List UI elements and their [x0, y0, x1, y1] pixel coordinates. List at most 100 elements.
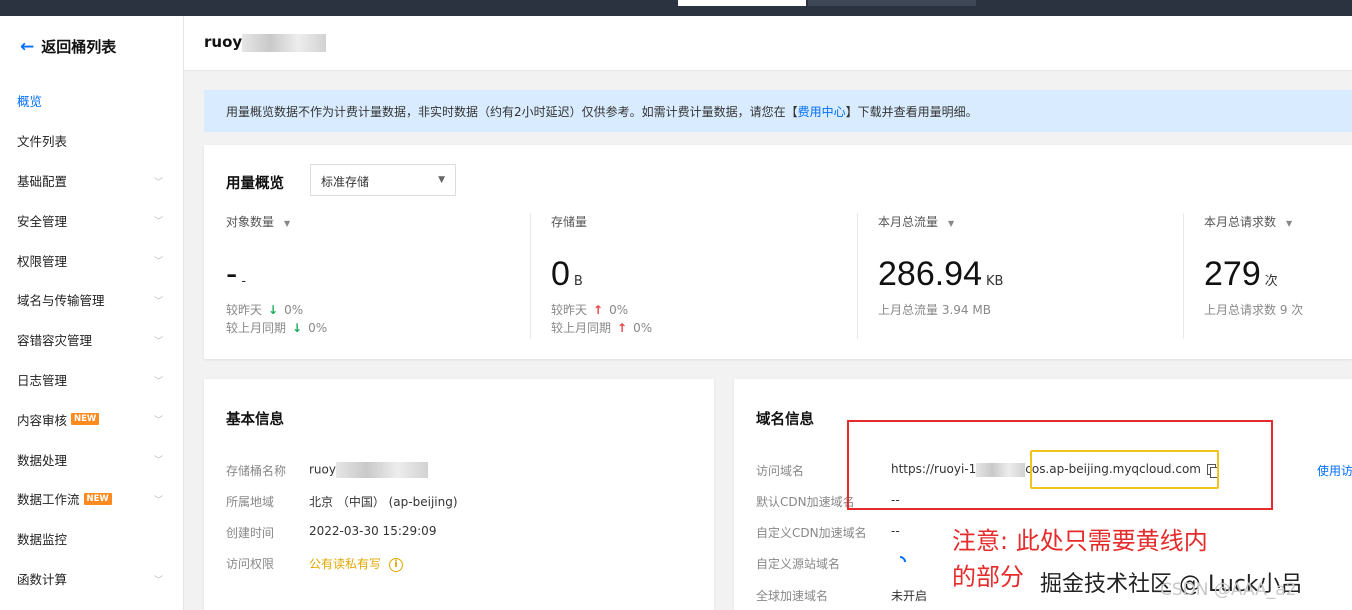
new-badge: NEW [83, 492, 112, 505]
metric-value: 279 [1204, 255, 1261, 293]
sidebar-item-data-workflow[interactable]: 数据工作流 NEW ﹀ [0, 479, 183, 519]
billing-center-link[interactable]: 费用中心 [798, 103, 846, 120]
notice-text-before: 用量概览数据不作为计费计量数据，非实时数据（约有2小时延迟）仅供参考。如需计费计… [226, 104, 798, 119]
compare-day-pct: 0% [609, 303, 629, 317]
usage-overview-card: 用量概览 标准存储 ▼ 对象数量 ▼ -- 较昨天 ↓ 0% 较上月同期 ↓ 0% 存储量… [204, 145, 1352, 359]
arrow-down-icon: ↓ [292, 321, 303, 335]
redacted-blur [242, 33, 327, 52]
sidebar-item-logs[interactable]: 日志管理 ﹀ [0, 360, 183, 400]
browser-tab-active[interactable] [678, 0, 806, 6]
browser-top-bar [0, 0, 1352, 16]
sidebar-item-overview[interactable]: 概览 [0, 81, 183, 121]
bucket-name-value: ruoy [309, 462, 336, 477]
compare-month-label: 较上月同期 [226, 321, 287, 335]
sidebar-item-data-processing[interactable]: 数据处理 ﹀ [0, 439, 183, 479]
compare-month-pct: 0% [633, 321, 653, 335]
sidebar-item-label: 数据工作流 [17, 492, 80, 508]
metric-divider [857, 213, 858, 339]
caret-down-icon[interactable]: ▼ [1286, 219, 1292, 228]
created-value: 2022-03-30 15:29:09 [309, 524, 437, 538]
caret-down-icon[interactable]: ▼ [284, 219, 290, 228]
metric-label: 本月总流量 [878, 215, 939, 229]
domain-row-custom-origin: 自定义源站域名 [756, 553, 909, 572]
domain-row-access: 访问域名 https://ruoyi-1 cos.ap-beijing.myqcl… [756, 462, 1219, 479]
metric-unit: - [241, 274, 247, 289]
sidebar-item-data-monitoring[interactable]: 数据监控 [0, 519, 183, 559]
chevron-down-icon: ﹀ [153, 336, 163, 347]
chevron-down-icon: ﹀ [153, 217, 163, 228]
usage-notice-banner: 用量概览数据不作为计费计量数据，非实时数据（约有2小时延迟）仅供参考。如需计费计… [204, 90, 1352, 132]
global-accel-value: 未开启 [891, 589, 928, 603]
yellow-highlight-box [1030, 450, 1219, 489]
sidebar-item-label: 安全管理 [17, 213, 68, 229]
chevron-down-icon: ﹀ [153, 495, 163, 506]
use-access-link[interactable]: 使用访 [1317, 462, 1352, 479]
browser-tab[interactable] [808, 0, 976, 6]
metric-divider [1183, 213, 1184, 339]
domain-row-default-cdn: 默认CDN加速域名 -- [756, 493, 900, 510]
region-value: 北京 （中国） (ap-beijing) [309, 495, 458, 509]
chevron-down-icon: ﹀ [153, 575, 163, 586]
back-to-bucket-list-button[interactable]: ← 返回桶列表 [20, 36, 116, 57]
sidebar-item-function-compute[interactable]: 函数计算 ﹀ [0, 559, 183, 599]
domain-key: 自定义源站域名 [756, 557, 841, 571]
compare-month-label: 较上月同期 [551, 321, 612, 335]
info-row-created: 创建时间 2022-03-30 15:29:09 [226, 524, 436, 541]
domain-key: 自定义CDN加速域名 [756, 526, 867, 540]
chevron-down-icon: ﹀ [153, 456, 163, 467]
compare-day-label: 较昨天 [226, 303, 263, 317]
sidebar-item-label: 容错容灾管理 [17, 333, 93, 349]
metric-value: 286.94 [878, 255, 982, 293]
caret-down-icon[interactable]: ▼ [948, 219, 954, 228]
domain-key: 访问域名 [756, 464, 805, 478]
sidebar-item-label: 文件列表 [17, 134, 68, 150]
sidebar-item-file-list[interactable]: 文件列表 [0, 121, 183, 161]
chevron-down-icon: ﹀ [153, 376, 163, 387]
sidebar-item-security[interactable]: 安全管理 ﹀ [0, 200, 183, 240]
info-row-access: 访问权限 公有读私有写 i [226, 555, 404, 572]
notice-text-after: 】下载并查看用量明细。 [845, 104, 978, 119]
domain-info-title: 域名信息 [756, 412, 814, 428]
sidebar: ← 返回桶列表 概览 文件列表 基础配置 ﹀ 安全管理 ﹀ 权限管理 ﹀ 域名与传输管… [0, 16, 184, 610]
sidebar-item-permissions[interactable]: 权限管理 ﹀ [0, 240, 183, 280]
last-month-traffic: 上月总流量 3.94 MB [878, 303, 991, 317]
storage-class-select[interactable]: 标准存储 ▼ [310, 164, 456, 196]
compare-day-pct: 0% [284, 303, 304, 317]
bucket-name: ruoy [204, 33, 243, 51]
chevron-down-icon: ﹀ [153, 177, 163, 188]
sidebar-item-domain-transfer[interactable]: 域名与传输管理 ﹀ [0, 280, 183, 320]
custom-cdn-value: -- [891, 524, 900, 538]
arrow-left-icon: ← [20, 36, 35, 57]
domain-row-custom-cdn: 自定义CDN加速域名 -- [756, 524, 900, 541]
chevron-down-icon: ﹀ [153, 296, 163, 307]
access-permission-value: 公有读私有写 [309, 557, 382, 571]
info-row-bucket-name: 存储桶名称 ruoy [226, 462, 428, 479]
back-label: 返回桶列表 [41, 38, 117, 56]
loading-spinner-icon [891, 553, 909, 571]
basic-info-card: 基本信息 存储桶名称 ruoy 所属地域 北京 （中国） (ap-beijing… [204, 379, 714, 610]
sidebar-item-label: 数据监控 [17, 532, 68, 548]
sidebar-item-basic-config[interactable]: 基础配置 ﹀ [0, 161, 183, 201]
domain-key: 默认CDN加速域名 [756, 495, 855, 509]
info-key: 访问权限 [226, 557, 275, 571]
metric-label: 本月总请求数 [1204, 215, 1277, 229]
info-key: 创建时间 [226, 526, 275, 540]
arrow-up-icon: ↑ [593, 303, 604, 317]
sidebar-item-label: 内容审核 [17, 412, 68, 428]
compare-day-label: 较昨天 [551, 303, 588, 317]
metric-label: 对象数量 [226, 215, 275, 229]
sidebar-item-label: 域名与传输管理 [17, 293, 105, 309]
metric-label: 存储量 [551, 215, 588, 229]
info-icon[interactable]: i [389, 557, 404, 572]
csdn-watermark: CSDN @AAA_a2 [1160, 580, 1297, 600]
caret-down-icon: ▼ [438, 175, 445, 185]
last-month-requests: 上月总请求数 9 次 [1204, 303, 1304, 317]
sidebar-item-content-audit[interactable]: 内容审核 NEW ﹀ [0, 399, 183, 439]
metric-monthly-traffic: 本月总流量 ▼ 286.94 KB 上月总流量 3.94 MB [878, 213, 1178, 343]
metric-value: - [226, 255, 238, 293]
sidebar-item-label: 数据处理 [17, 452, 68, 468]
sidebar-item-fault-tolerance[interactable]: 容错容灾管理 ﹀ [0, 320, 183, 360]
page-header: ruoy [184, 16, 1352, 71]
metric-value: 0 [551, 255, 570, 293]
basic-info-title: 基本信息 [226, 412, 284, 428]
